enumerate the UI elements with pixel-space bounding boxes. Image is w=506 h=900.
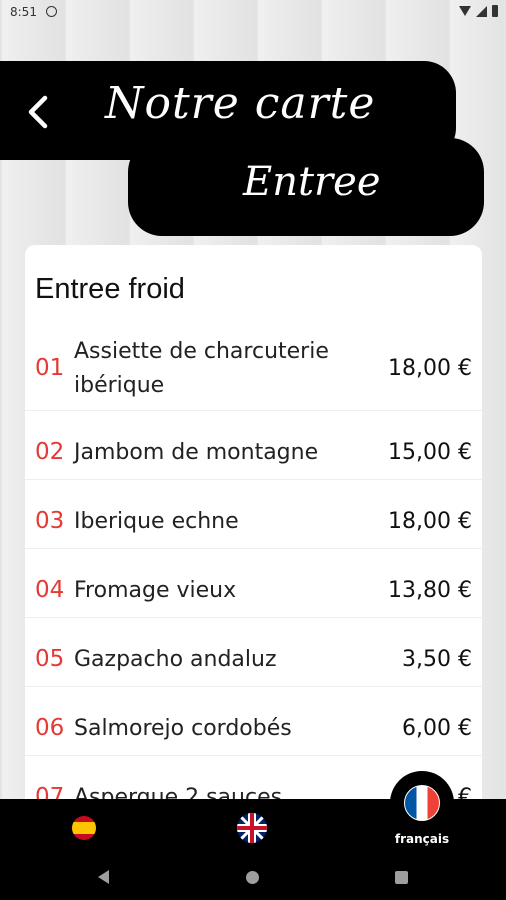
wifi-icon <box>459 6 471 16</box>
item-price: 13,80 € <box>388 578 472 603</box>
item-name: Gazpacho andaluz <box>74 647 277 672</box>
page-title: Notre carte <box>105 78 376 129</box>
battery-icon <box>492 5 498 17</box>
item-name: Jambom de montagne <box>74 440 319 465</box>
status-icons <box>459 5 498 17</box>
item-price: 3,50 € <box>402 647 472 672</box>
status-bar: 8:51 <box>0 0 506 26</box>
signal-icon <box>476 5 487 17</box>
nav-label-french: français <box>394 832 450 846</box>
item-name: Assiette de charcuterie ibérique <box>74 339 329 398</box>
item-number: 06 <box>35 715 65 741</box>
item-name: Iberique echne <box>74 509 239 534</box>
menu-item[interactable]: 05 Gazpacho andaluz 3,50 € <box>25 618 482 687</box>
back-arrow-icon <box>28 95 48 129</box>
uk-flag-icon <box>237 813 267 843</box>
section-title: Entree froid <box>35 273 185 305</box>
page-subtitle: Entree <box>243 159 381 205</box>
item-number: 01 <box>35 355 65 381</box>
menu-item[interactable]: 06 Salmorejo cordobés 6,00 € <box>25 687 482 756</box>
item-name: Salmorejo cordobés <box>74 716 292 741</box>
menu-item[interactable]: 02 Jambom de montagne 15,00 € <box>25 411 482 480</box>
nav-item-spanish[interactable] <box>54 799 114 857</box>
item-price: 15,00 € <box>388 440 472 465</box>
menu-item[interactable]: 01 Assiette de charcuterie ibérique 18,0… <box>25 325 482 411</box>
item-price: 6,00 € <box>402 716 472 741</box>
nav-item-french[interactable] <box>390 771 454 835</box>
item-number: 02 <box>35 439 65 465</box>
item-number: 05 <box>35 646 65 672</box>
item-price: 18,00 € <box>388 509 472 534</box>
menu-card: Entree froid 01 Assiette de charcuterie … <box>25 245 482 845</box>
item-number: 03 <box>35 508 65 534</box>
back-button[interactable] <box>18 90 58 134</box>
item-price: 18,00 € <box>388 356 472 381</box>
sync-icon <box>46 6 57 17</box>
menu-item[interactable]: 04 Fromage vieux 13,80 € <box>25 549 482 618</box>
system-recents-icon[interactable] <box>395 871 408 884</box>
spain-flag-icon <box>72 816 96 840</box>
system-back-icon[interactable] <box>98 870 109 884</box>
france-flag-icon <box>404 785 440 821</box>
system-home-icon[interactable] <box>246 871 259 884</box>
nav-item-english[interactable] <box>222 799 282 857</box>
item-name: Fromage vieux <box>74 578 237 603</box>
item-number: 04 <box>35 577 65 603</box>
menu-item[interactable]: 03 Iberique echne 18,00 € <box>25 480 482 549</box>
status-time: 8:51 <box>10 5 37 19</box>
